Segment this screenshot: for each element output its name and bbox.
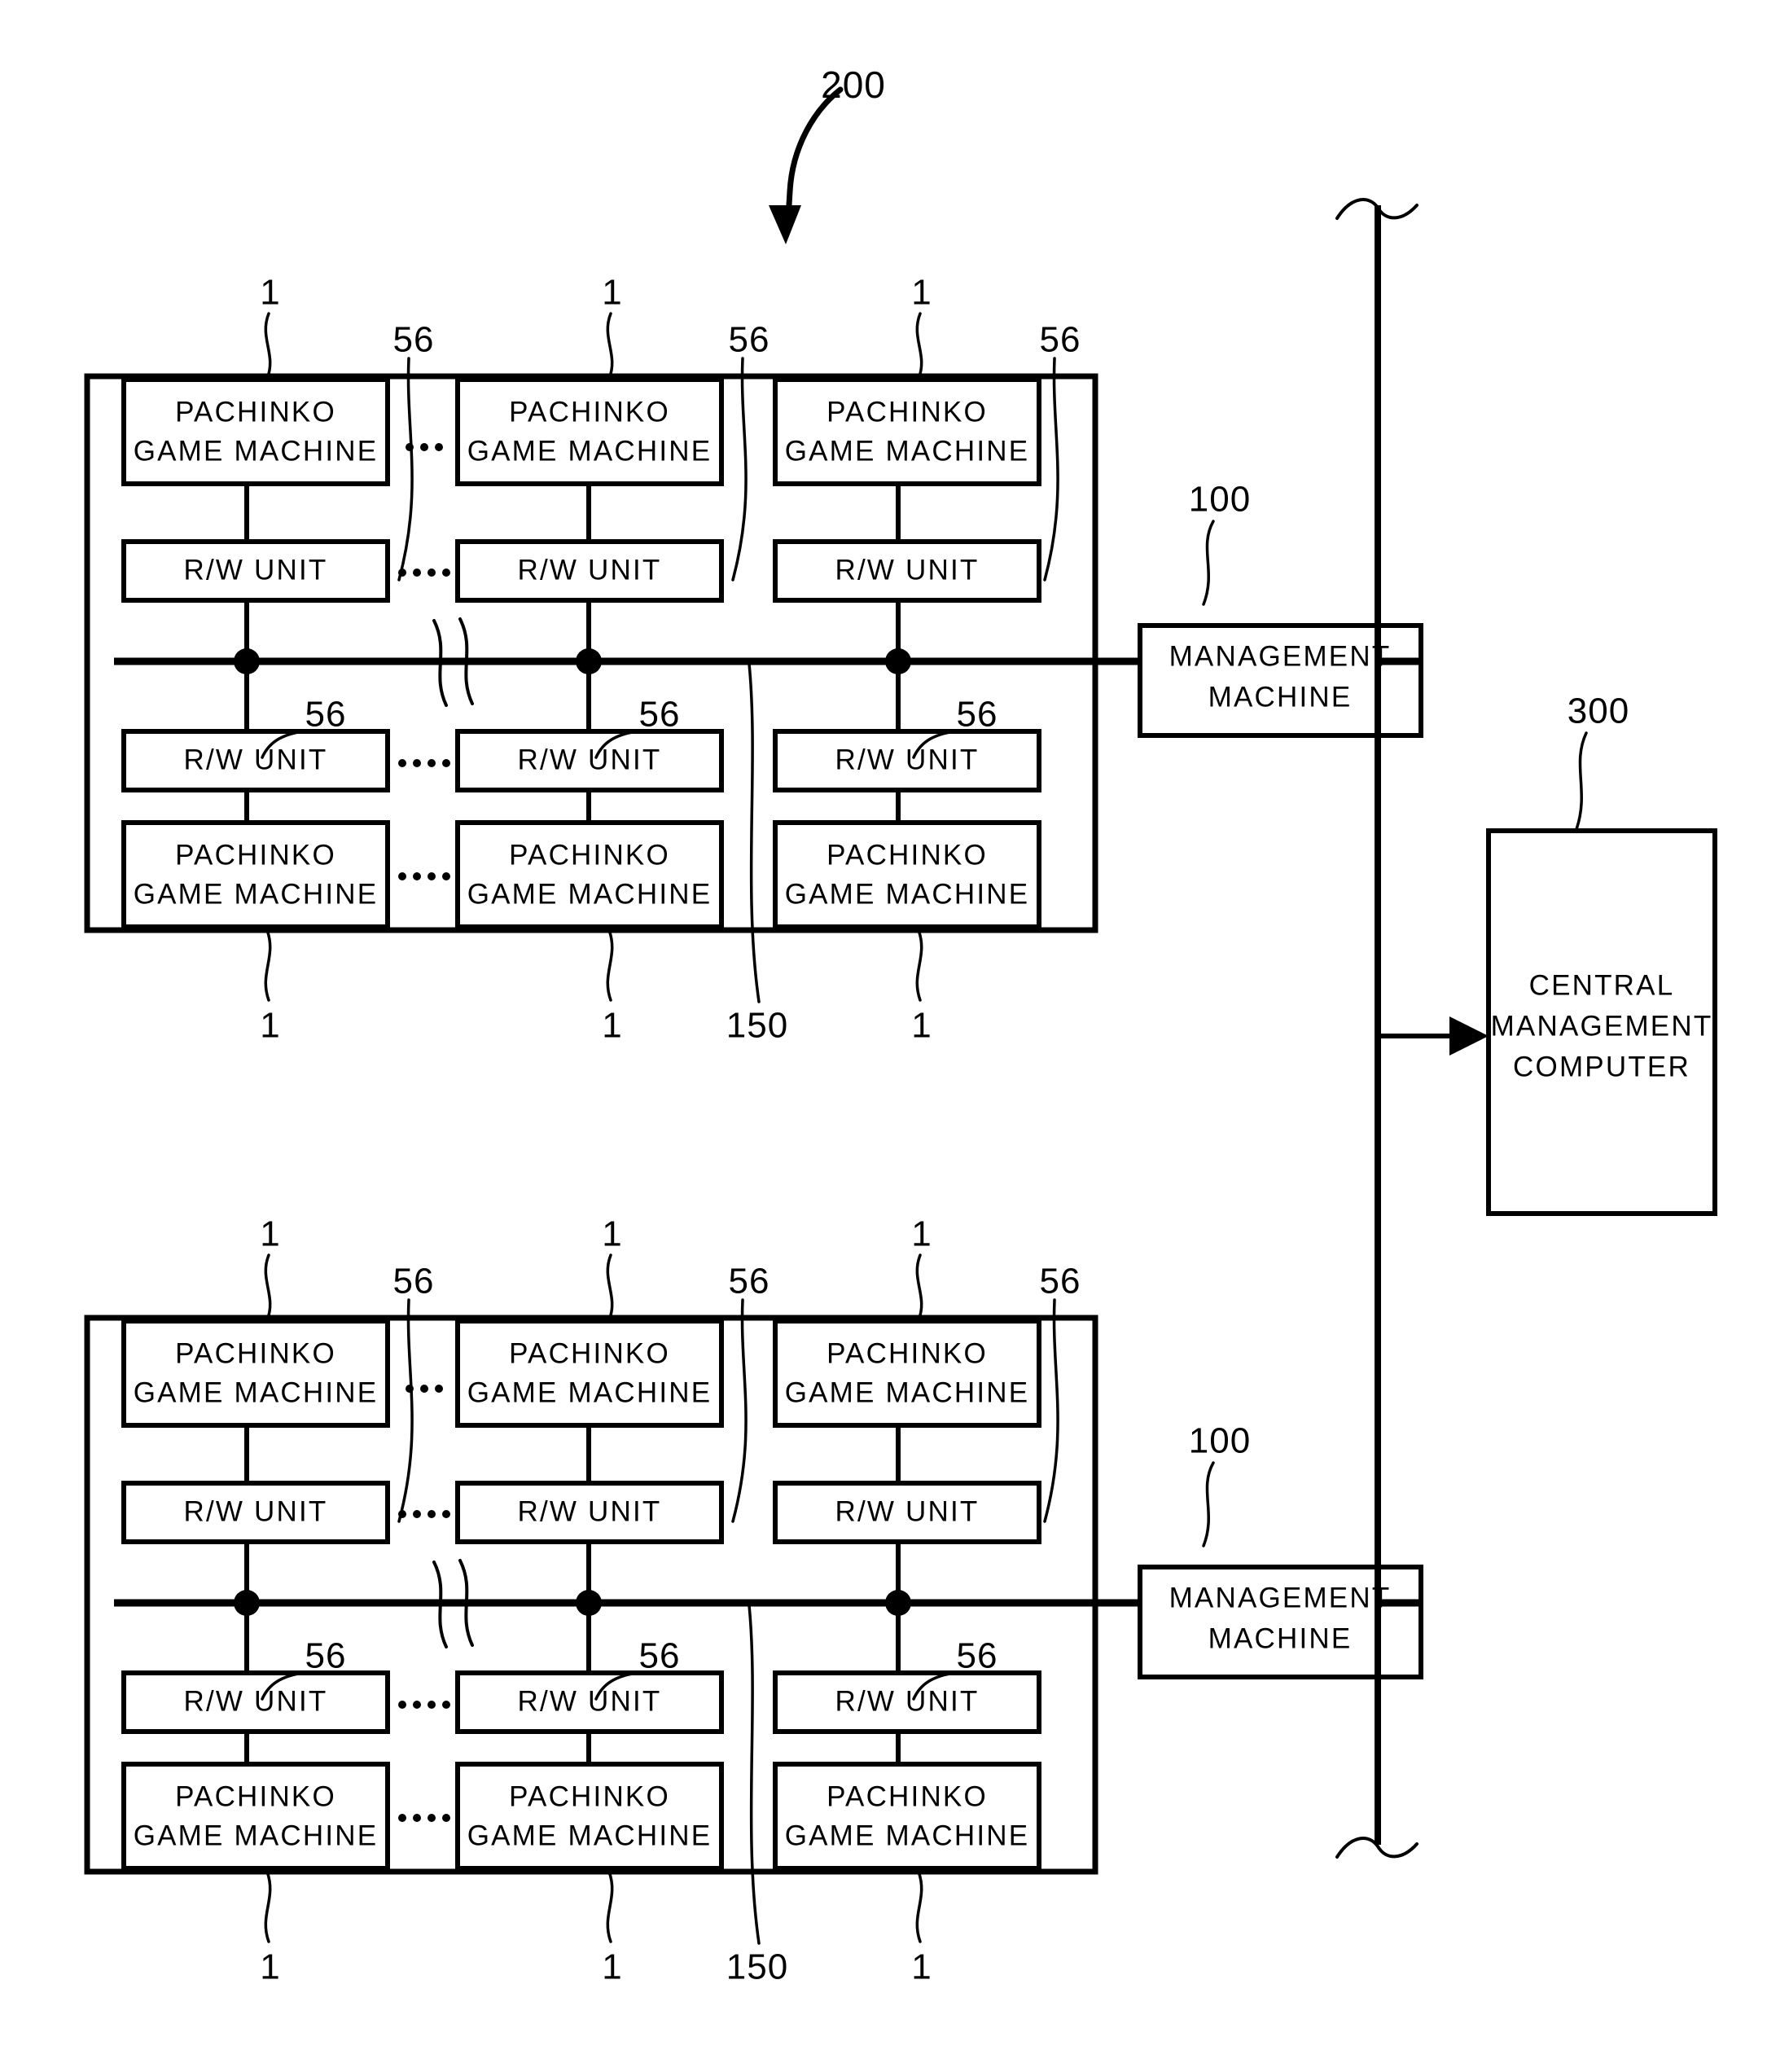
ref-machine-1: 1 <box>602 1214 622 1254</box>
ref-rw-56: 56 <box>1040 1262 1081 1302</box>
rw-unit-label: R/W UNIT <box>835 1685 979 1717</box>
pachinko-machine-label-line1: PACHINKO <box>827 839 988 871</box>
rw-unit-label: R/W UNIT <box>517 1495 661 1527</box>
pachinko-machine-label-line2: GAME MACHINE <box>134 1820 379 1851</box>
pachinko-machine-label-line1: PACHINKO <box>175 1337 336 1369</box>
ref-rw-56: 56 <box>639 695 681 735</box>
ref-management-100: 100 <box>1189 1421 1251 1461</box>
ref-machine-1: 1 <box>260 273 280 313</box>
management-machine-label-line1: MANAGEMENT <box>1169 1582 1392 1613</box>
ref-rw-56: 56 <box>393 1262 435 1302</box>
pachinko-machine-label-line1: PACHINKO <box>509 839 670 871</box>
ref-machine-1: 1 <box>260 1006 280 1046</box>
ref-bus-150: 150 <box>726 1947 788 1987</box>
rw-unit-label: R/W UNIT <box>183 1685 327 1717</box>
ref-machine-1: 1 <box>911 1947 932 1987</box>
system-ref-200: 200 <box>821 64 886 106</box>
pachinko-machine-label-line2: GAME MACHINE <box>134 435 379 467</box>
rw-unit-label: R/W UNIT <box>835 744 979 775</box>
rw-unit-label: R/W UNIT <box>183 1495 327 1527</box>
ref-machine-1: 1 <box>602 273 622 313</box>
ref-management-100: 100 <box>1189 480 1251 520</box>
pachinko-machine-label-line2: GAME MACHINE <box>467 435 713 467</box>
management-machine-label-line2: MACHINE <box>1208 681 1353 713</box>
ref-rw-56: 56 <box>729 320 770 360</box>
pachinko-machine-label-line2: GAME MACHINE <box>785 878 1030 910</box>
pachinko-machine-label-line2: GAME MACHINE <box>785 1376 1030 1408</box>
rw-unit-label: R/W UNIT <box>517 1685 661 1717</box>
ref-central-computer-300: 300 <box>1568 691 1629 731</box>
ref-rw-56: 56 <box>305 1636 347 1676</box>
pachinko-machine-label-line1: PACHINKO <box>509 396 670 428</box>
pachinko-machine-label-line2: GAME MACHINE <box>134 878 379 910</box>
ref-machine-1: 1 <box>911 1006 932 1046</box>
ref-rw-56: 56 <box>305 695 347 735</box>
central-computer-label-line3: COMPUTER <box>1513 1051 1690 1082</box>
ref-machine-1: 1 <box>260 1947 280 1987</box>
rw-unit-label: R/W UNIT <box>835 554 979 586</box>
management-machine-label-line1: MANAGEMENT <box>1169 640 1392 672</box>
figure-text-layer: 200 PACHINKO GAME MACHINE PACHINKO GAME … <box>134 64 1713 1987</box>
patent-figure: 200 PACHINKO GAME MACHINE PACHINKO GAME … <box>0 0 1789 2072</box>
ref-rw-56: 56 <box>393 320 435 360</box>
pachinko-machine-label-line2: GAME MACHINE <box>134 1376 379 1408</box>
ref-rw-56: 56 <box>639 1636 681 1676</box>
rw-unit-label: R/W UNIT <box>517 554 661 586</box>
ref-machine-1: 1 <box>602 1006 622 1046</box>
pachinko-machine-label-line2: GAME MACHINE <box>785 1820 1030 1851</box>
ref-bus-150: 150 <box>726 1006 788 1046</box>
central-computer-label-line2: MANAGEMENT <box>1491 1010 1713 1042</box>
pachinko-machine-label-line2: GAME MACHINE <box>785 435 1030 467</box>
ref-rw-56: 56 <box>957 1636 998 1676</box>
central-computer-label-line1: CENTRAL <box>1529 969 1675 1001</box>
pachinko-machine-label-line1: PACHINKO <box>509 1337 670 1369</box>
rw-unit-label: R/W UNIT <box>835 1495 979 1527</box>
rw-unit-label: R/W UNIT <box>517 744 661 775</box>
pachinko-machine-label-line1: PACHINKO <box>175 396 336 428</box>
pachinko-machine-label-line2: GAME MACHINE <box>467 1376 713 1408</box>
pachinko-machine-label-line1: PACHINKO <box>827 1780 988 1812</box>
rw-unit-label: R/W UNIT <box>183 744 327 775</box>
rw-unit-label: R/W UNIT <box>183 554 327 586</box>
ref-machine-1: 1 <box>911 1214 932 1254</box>
ref-machine-1: 1 <box>260 1214 280 1254</box>
pachinko-machine-label-line1: PACHINKO <box>827 1337 988 1369</box>
ref-machine-1: 1 <box>911 273 932 313</box>
management-machine-label-line2: MACHINE <box>1208 1622 1353 1654</box>
pachinko-machine-label-line2: GAME MACHINE <box>467 878 713 910</box>
ref-rw-56: 56 <box>1040 320 1081 360</box>
pachinko-machine-label-line1: PACHINKO <box>827 396 988 428</box>
ref-rw-56: 56 <box>957 695 998 735</box>
pachinko-machine-label-line2: GAME MACHINE <box>467 1820 713 1851</box>
pachinko-machine-label-line1: PACHINKO <box>175 1780 336 1812</box>
ref-rw-56: 56 <box>729 1262 770 1302</box>
pachinko-machine-label-line1: PACHINKO <box>509 1780 670 1812</box>
pachinko-machine-label-line1: PACHINKO <box>175 839 336 871</box>
ref-machine-1: 1 <box>602 1947 622 1987</box>
